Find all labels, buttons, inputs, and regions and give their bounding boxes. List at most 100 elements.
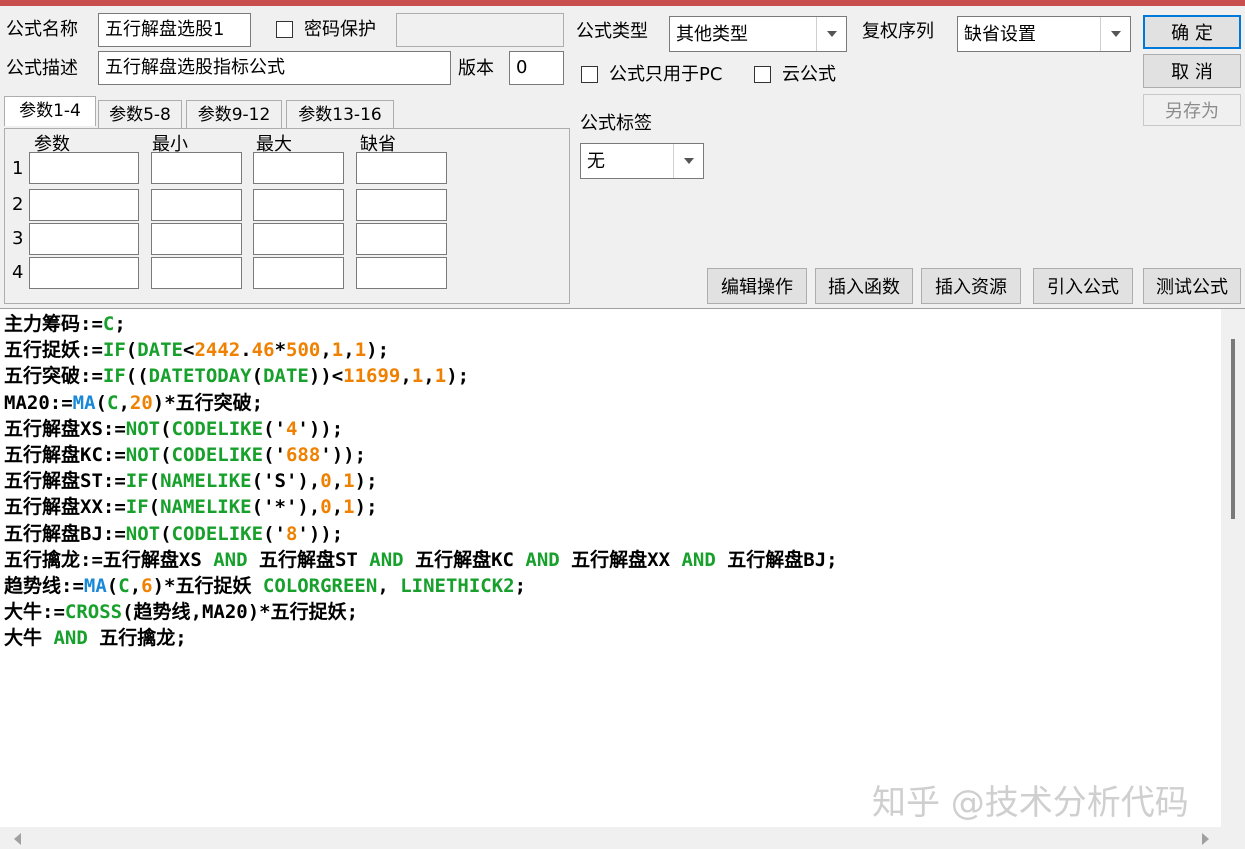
code-editor[interactable]: 主力筹码:=C; 五行捉妖:=IF(DATE<2442.46*500,1,1); 五… (0, 308, 1245, 849)
password-checkbox[interactable] (276, 21, 293, 38)
param-default-field[interactable] (356, 257, 447, 289)
chevron-down-icon[interactable] (816, 17, 846, 51)
code-token: DATE (263, 365, 309, 388)
scroll-left-icon[interactable] (14, 833, 21, 845)
save-as-button[interactable]: 另存为 (1143, 94, 1241, 126)
code-token: LINETHICK2 (400, 574, 515, 597)
param-min-field[interactable] (151, 189, 242, 221)
ok-button[interactable]: 确 定 (1143, 15, 1241, 49)
param-default-field[interactable] (356, 223, 447, 255)
code-text[interactable]: 主力筹码:=C; 五行捉妖:=IF(DATE<2442.46*500,1,1); 五… (4, 311, 838, 651)
rights-series-select[interactable]: 缺省设置 (957, 16, 1131, 52)
code-token: 8 (285, 522, 298, 545)
import-formula-button[interactable]: 引入公式 (1033, 268, 1133, 304)
param-min-field[interactable] (151, 257, 242, 289)
code-token: ( (160, 443, 172, 466)
code-token: ('*'), (251, 496, 321, 519)
horizontal-scrollbar[interactable] (0, 827, 1245, 849)
code-line[interactable]: 大牛 AND 五行擒龙; (4, 625, 838, 651)
param-name-field[interactable] (29, 152, 139, 184)
code-token: ( (95, 391, 107, 414)
code-line[interactable]: 五行突破:=IF((DATETODAY(DATE))<11699,1,1); (4, 363, 838, 389)
cancel-button[interactable]: 取 消 (1143, 54, 1241, 88)
code-token: ( (125, 339, 138, 362)
scroll-right-icon[interactable] (1202, 833, 1209, 845)
tab-params-9-12[interactable]: 参数9-12 (186, 100, 282, 128)
formula-name-input[interactable]: 五行解盘选股1 (98, 13, 251, 47)
param-max-field[interactable] (253, 152, 344, 184)
code-line[interactable]: 五行解盘BJ:=NOT(CODELIKE('8')); (4, 521, 838, 547)
password-label: 密码保护 (304, 19, 376, 40)
code-line[interactable]: 五行捉妖:=IF(DATE<2442.46*500,1,1); (4, 337, 838, 363)
code-line[interactable]: 五行解盘XS:=NOT(CODELIKE('4')); (4, 416, 838, 442)
cloud-formula-checkbox[interactable] (754, 66, 771, 83)
chevron-down-icon[interactable] (673, 144, 703, 178)
code-line[interactable]: 主力筹码:=C; (4, 311, 838, 337)
code-token: )*五行捉妖 (152, 574, 263, 597)
insert-function-button[interactable]: 插入函数 (815, 268, 913, 304)
code-token: AND (681, 548, 716, 571)
param-default-field[interactable] (356, 152, 447, 184)
code-token: NAMELIKE (160, 470, 252, 493)
code-token: IF (102, 339, 126, 362)
code-token: 大牛 (4, 627, 54, 650)
code-line[interactable]: MA20:=MA(C,20)*五行突破; (4, 390, 838, 416)
code-token: 五行解盘BJ:= (4, 522, 126, 545)
code-token: ( (106, 574, 119, 597)
insert-resource-button[interactable]: 插入资源 (921, 268, 1021, 304)
param-default-field[interactable] (356, 189, 447, 221)
password-input[interactable] (396, 13, 564, 47)
version-input[interactable]: 0 (509, 51, 564, 85)
code-line[interactable]: 五行解盘ST:=IF(NAMELIKE('S'),0,1); (4, 468, 838, 494)
param-min-field[interactable] (151, 223, 242, 255)
code-token: IF (125, 470, 149, 493)
code-token: 1 (343, 496, 355, 519)
formula-desc-input[interactable]: 五行解盘选股指标公式 (98, 51, 451, 85)
param-min-field[interactable] (151, 152, 242, 184)
tab-params-5-8[interactable]: 参数5-8 (98, 100, 182, 128)
edit-operations-button[interactable]: 编辑操作 (707, 268, 807, 304)
code-token: (趋势线,MA20)*五行捉妖; (122, 601, 359, 624)
code-line[interactable]: 趋势线:=MA(C,6)*五行捉妖 COLORGREEN, LINETHICK2… (4, 573, 838, 599)
code-token: 五行解盘BJ; (715, 548, 838, 571)
param-row-number: 4 (12, 262, 24, 283)
code-token: 趋势线:= (4, 574, 84, 597)
formula-tag-value: 无 (587, 151, 605, 172)
param-name-field[interactable] (29, 257, 139, 289)
code-line[interactable]: 五行解盘XX:=IF(NAMELIKE('*'),0,1); (4, 494, 838, 520)
code-token: 1 (411, 365, 424, 388)
code-token: 五行解盘ST (247, 548, 370, 571)
code-token: (( (125, 365, 149, 388)
code-line[interactable]: 五行解盘KC:=NOT(CODELIKE('688')); (4, 442, 838, 468)
code-token: , (400, 365, 412, 388)
version-label: 版本 (458, 58, 494, 79)
formula-type-label: 公式类型 (576, 21, 648, 42)
tab-params-1-4[interactable]: 参数1-4 (4, 96, 96, 126)
code-line[interactable]: 五行擒龙:=五行解盘XS AND 五行解盘ST AND 五行解盘KC AND 五… (4, 547, 838, 573)
code-token: NOT (125, 522, 161, 545)
code-token: ( (148, 470, 161, 493)
chevron-down-icon[interactable] (1100, 17, 1130, 51)
param-name-field[interactable] (29, 223, 139, 255)
formula-type-select[interactable]: 其他类型 (669, 16, 847, 52)
code-token: 五行解盘XX (559, 548, 682, 571)
tab-params-13-16[interactable]: 参数13-16 (286, 100, 394, 128)
scrollbar-thumb[interactable] (1231, 339, 1235, 519)
param-name-field[interactable] (29, 189, 139, 221)
pc-only-checkbox[interactable] (581, 66, 598, 83)
test-formula-button[interactable]: 测试公式 (1143, 268, 1241, 304)
code-line[interactable]: 大牛:=CROSS(趋势线,MA20)*五行捉妖; (4, 599, 838, 625)
code-token: 五行突破:= (4, 365, 103, 388)
code-token: DATETODAY (148, 365, 252, 388)
code-token: 1 (331, 339, 344, 362)
param-max-field[interactable] (253, 223, 344, 255)
vertical-scrollbar[interactable] (1221, 309, 1245, 829)
code-token: (' (263, 443, 286, 466)
code-token: 2442 (194, 339, 241, 362)
code-token: ( (160, 417, 172, 440)
formula-tag-select[interactable]: 无 (580, 143, 704, 179)
code-token: < (183, 339, 195, 362)
param-max-field[interactable] (253, 257, 344, 289)
param-max-field[interactable] (253, 189, 344, 221)
code-token: 500 (286, 339, 321, 362)
